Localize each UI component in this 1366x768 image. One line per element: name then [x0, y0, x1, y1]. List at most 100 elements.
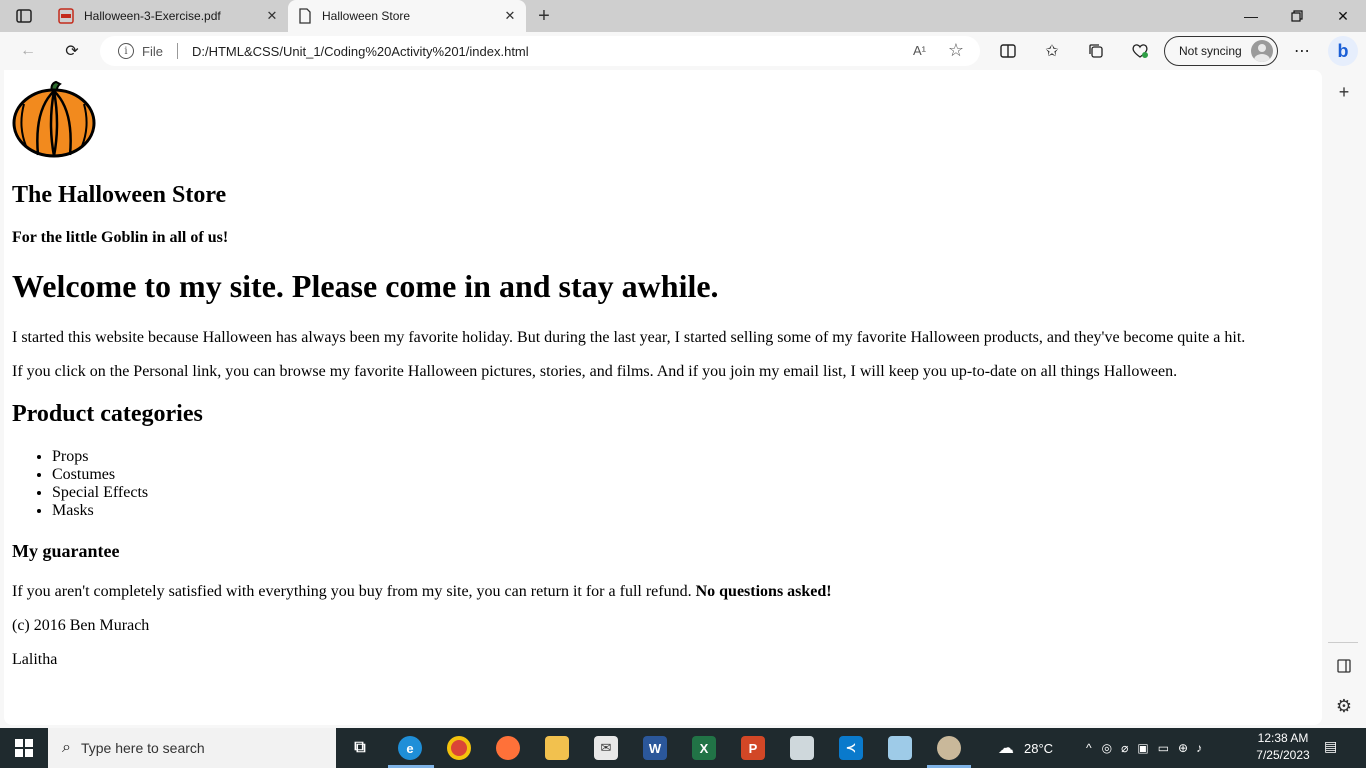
close-icon: ✕ [1337, 7, 1349, 24]
time: 12:38 AM [1257, 731, 1309, 745]
profile-sync-button[interactable]: Not syncing [1164, 36, 1278, 66]
info-icon[interactable]: i [118, 43, 134, 59]
plus-icon: + [1338, 81, 1350, 102]
task-view-icon[interactable]: ⧉ [348, 736, 372, 760]
refresh-button[interactable]: ⟳ [58, 37, 86, 65]
personal-paragraph: If you click on the Personal link, you c… [12, 363, 1178, 380]
favorites-button[interactable]: ✩ [1038, 37, 1066, 65]
firefox-icon[interactable] [496, 736, 520, 760]
list-item: Costumes [52, 466, 1312, 484]
list-item: Props [52, 448, 1312, 466]
close-icon[interactable]: ✕ [502, 8, 518, 24]
plus-icon: + [538, 4, 550, 27]
tab-title: Halloween-3-Exercise.pdf [84, 9, 221, 23]
sidebar-settings-button[interactable]: ⚙ [1332, 694, 1356, 718]
close-icon[interactable]: ✕ [264, 8, 280, 24]
close-window-button[interactable]: ✕ [1320, 0, 1366, 32]
categories-list: Props Costumes Special Effects Masks [12, 448, 1312, 520]
collections-icon [1089, 44, 1103, 58]
weather-widget[interactable]: ☁ 28°C [998, 728, 1053, 768]
windows-logo-icon [15, 739, 33, 757]
guarantee-text: If you aren't completely satisfied with … [12, 583, 692, 600]
start-button[interactable] [0, 728, 48, 768]
taskbar-search[interactable]: ⌕ Type here to search [48, 728, 336, 768]
address-bar[interactable]: i File D:/HTML&CSS/Unit_1/Coding%20Activ… [100, 36, 980, 66]
notepad-icon[interactable] [888, 736, 912, 760]
pdf-icon [58, 8, 74, 24]
tab-strip: Halloween-3-Exercise.pdf ✕ Halloween Sto… [0, 0, 1366, 32]
clock[interactable]: 12:38 AM 7/25/2023 [1252, 730, 1314, 764]
display-icon[interactable]: ▣ [1137, 741, 1148, 755]
temperature: 28°C [1024, 740, 1054, 756]
chrome-icon[interactable] [447, 736, 471, 760]
new-tab-button[interactable]: + [532, 4, 556, 28]
restore-button[interactable] [1274, 0, 1320, 32]
date: 7/25/2023 [1256, 748, 1310, 762]
restore-icon [1291, 10, 1303, 22]
document-icon [299, 8, 311, 24]
powerpoint-icon[interactable]: P [741, 736, 765, 760]
divider [1328, 642, 1358, 643]
tagline: For the little Goblin in all of us! [12, 229, 229, 246]
guarantee-heading: My guarantee [12, 541, 120, 561]
search-placeholder: Type here to search [80, 740, 205, 756]
read-aloud-icon[interactable]: A¹ [913, 43, 926, 58]
settings-menu-button[interactable]: ⋯ [1288, 37, 1316, 65]
categories-heading: Product categories [12, 401, 203, 427]
paint-icon[interactable] [937, 736, 961, 760]
notification-icon[interactable]: ▤ [1324, 738, 1344, 758]
edge-icon[interactable]: e [398, 736, 422, 760]
sidebar-panel-icon [1337, 659, 1351, 673]
avatar [1251, 40, 1273, 62]
split-screen-icon [1000, 44, 1016, 58]
vscode-icon[interactable]: ≺ [839, 736, 863, 760]
meet-now-icon[interactable]: ◎ [1102, 741, 1112, 755]
minimize-button[interactable]: — [1228, 0, 1274, 32]
tab-actions-button[interactable] [6, 3, 42, 29]
intro-paragraph: I started this website because Halloween… [12, 329, 1246, 346]
chevron-up-icon[interactable]: ^ [1086, 741, 1092, 755]
search-icon: ⌕ [62, 739, 71, 756]
collections-button[interactable] [1082, 37, 1110, 65]
hide-sidebar-button[interactable] [1332, 654, 1356, 678]
bing-icon: b [1337, 40, 1349, 61]
more-dots-icon: ⋯ [1294, 43, 1310, 60]
tab-pdf[interactable]: Halloween-3-Exercise.pdf ✕ [48, 0, 288, 32]
file-explorer-icon[interactable] [545, 736, 569, 760]
welcome-heading: Welcome to my site. Please come in and s… [12, 268, 719, 304]
gear-icon: ⚙ [1335, 695, 1353, 716]
bing-chat-button[interactable]: b [1328, 36, 1358, 66]
globe-icon[interactable]: ⊕ [1178, 741, 1188, 755]
windows-taskbar: ⌕ Type here to search ⧉ e ✉ W X P ≺ ☁ 28… [0, 728, 1366, 768]
excel-icon[interactable]: X [692, 736, 716, 760]
split-screen-button[interactable] [994, 37, 1022, 65]
system-tray: ^ ◎ ⌀ ▣ ▭ ⊕ ♪ [1086, 728, 1202, 768]
sync-label: Not syncing [1179, 44, 1242, 58]
mail-icon[interactable]: ✉ [594, 736, 618, 760]
favorite-star-icon[interactable]: ☆ [948, 40, 964, 61]
printer-icon[interactable] [790, 736, 814, 760]
tab-halloween-store[interactable]: Halloween Store ✕ [288, 0, 526, 32]
word-icon[interactable]: W [643, 736, 667, 760]
divider [176, 43, 178, 59]
store-title: The Halloween Store [12, 182, 227, 208]
scheme-label: File [142, 43, 163, 59]
url-text[interactable]: D:/HTML&CSS/Unit_1/Coding%20Activity%201… [192, 44, 529, 59]
weather-icon: ☁ [998, 740, 1014, 757]
page-content: The Halloween Store For the little Gobli… [12, 80, 1312, 669]
network-off-icon[interactable]: ⌀ [1121, 741, 1128, 755]
tab-actions-icon [16, 9, 32, 23]
battery-icon[interactable]: ▭ [1158, 741, 1169, 755]
favorites-icon: ✩ [1045, 43, 1059, 60]
add-sidebar-button[interactable]: + [1332, 80, 1356, 104]
tab-title: Halloween Store [322, 9, 411, 23]
heart-pulse-icon [1132, 44, 1148, 58]
page-viewport: The Halloween Store For the little Gobli… [4, 70, 1322, 725]
back-button[interactable]: ← [14, 37, 42, 65]
minimize-icon: — [1244, 8, 1258, 24]
edge-sidebar: + ⚙ [1322, 70, 1366, 728]
volume-icon[interactable]: ♪ [1196, 741, 1202, 755]
guarantee-paragraph: If you aren't completely satisfied with … [12, 583, 1312, 601]
performance-button[interactable] [1126, 37, 1154, 65]
refresh-icon: ⟳ [65, 43, 79, 60]
